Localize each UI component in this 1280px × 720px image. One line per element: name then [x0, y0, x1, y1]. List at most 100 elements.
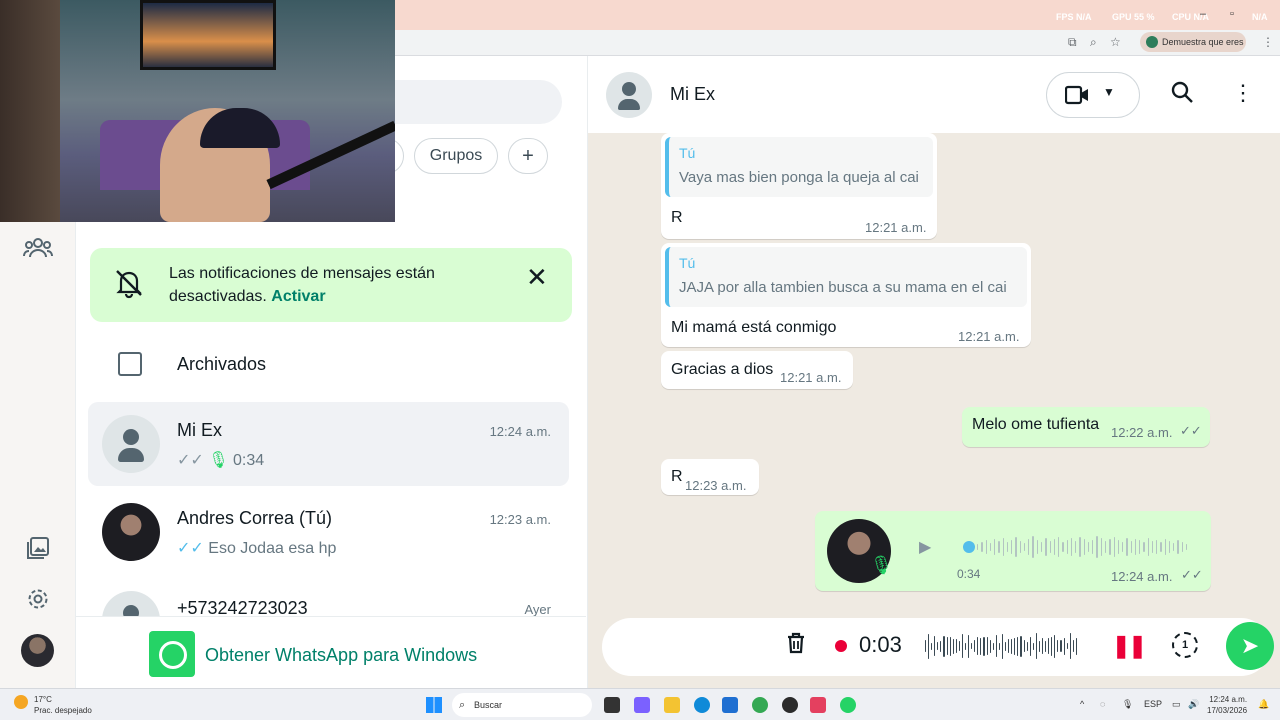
taskbar-search[interactable]: ⌕ Buscar: [452, 693, 592, 717]
profile-avatar-icon: [1146, 36, 1158, 48]
contact-name[interactable]: Mi Ex: [670, 84, 715, 105]
task-view-icon[interactable]: [604, 697, 620, 713]
windows-start-icon[interactable]: [426, 697, 442, 713]
sun-icon: [14, 695, 28, 709]
send-button[interactable]: ➤: [1226, 622, 1274, 670]
chevron-down-icon: ▼: [1103, 85, 1115, 99]
filter-groups-chip[interactable]: Grupos: [414, 138, 498, 174]
archive-icon: [118, 352, 142, 376]
voice-progress-handle[interactable]: [963, 541, 975, 553]
voice-recorder-bar: 0:03 ❚❚ 1 ➤: [602, 618, 1274, 676]
contact-avatar[interactable]: [606, 72, 652, 118]
minimize-icon[interactable]: –: [1200, 8, 1206, 20]
voice-duration: 0:34: [233, 452, 265, 469]
edge-icon[interactable]: [694, 697, 710, 713]
view-once-icon[interactable]: 1: [1172, 632, 1198, 658]
play-icon[interactable]: ▶: [919, 537, 931, 557]
voice-message-bubble: 🎙 ▶ 0:34 12:24 a.m. ✓✓: [815, 511, 1211, 591]
message-time: 12:22 a.m.: [1111, 425, 1173, 440]
voice-waveform[interactable]: [977, 533, 1188, 561]
voice-duration: 0:34: [957, 567, 981, 581]
pause-icon[interactable]: ❚❚: [1112, 633, 1147, 659]
tray-chevron-icon[interactable]: ^: [1080, 699, 1084, 709]
tray-network-icon[interactable]: ◌: [1100, 699, 1105, 709]
chat-item-andres-correa[interactable]: Andres Correa (Tú) 12:23 a.m. ✓✓ Eso Jod…: [88, 490, 569, 574]
app-icon[interactable]: [782, 697, 798, 713]
profile-button[interactable]: Demuestra que eres tú: [1140, 32, 1246, 67]
store-icon[interactable]: [722, 697, 738, 713]
settings-gear-icon[interactable]: [22, 583, 54, 615]
message-time: 12:21 a.m.: [865, 220, 927, 235]
message-area: Tú Vaya mas bien ponga la queja al cai R…: [587, 133, 1280, 618]
chrome-profile-icon[interactable]: [840, 697, 856, 713]
maximize-icon[interactable]: ▫: [1230, 8, 1234, 20]
message-bubble: Gracias a dios 12:21 a.m.: [661, 351, 853, 389]
chat-name: Mi Ex: [177, 420, 222, 440]
double-check-icon: ✓✓: [1181, 567, 1203, 582]
add-filter-button[interactable]: +: [508, 138, 548, 174]
media-icon[interactable]: [22, 532, 54, 564]
quote-author: Tú: [679, 255, 696, 271]
quoted-message[interactable]: Tú Vaya mas bien ponga la queja al cai: [665, 137, 933, 197]
message-time: 12:23 a.m.: [685, 478, 747, 493]
tiktok-icon[interactable]: [810, 697, 826, 713]
message-text: R: [671, 209, 683, 226]
file-explorer-icon[interactable]: [664, 697, 680, 713]
message-bubble: R 12:23 a.m.: [661, 459, 759, 495]
composer-area: 0:03 ❚❚ 1 ➤: [587, 618, 1280, 688]
activate-notifications-link[interactable]: Activar: [271, 288, 325, 305]
tray-display-icon[interactable]: ▭: [1172, 699, 1181, 710]
trash-icon[interactable]: [786, 632, 806, 660]
message-text: Gracias a dios: [671, 361, 774, 378]
message-time: 12:24 a.m.: [1111, 569, 1173, 584]
taskbar-clock[interactable]: 12:24 a.m. 17/03/2026: [1207, 694, 1247, 716]
perf-gpu: GPU 55 %: [1112, 12, 1155, 22]
communities-icon[interactable]: [22, 232, 54, 264]
message-text: Mi mamá está conmigo: [671, 319, 837, 336]
archived-label: Archivados: [177, 354, 267, 374]
conversation-header: Mi Ex ▼ ⋮: [587, 56, 1280, 133]
chat-preview: ✓✓ 🎙 0:34: [177, 450, 264, 470]
recording-waveform: [925, 632, 1077, 660]
chrome-icon[interactable]: [752, 697, 768, 713]
double-check-icon: ✓✓: [177, 452, 204, 469]
chat-time: Ayer: [524, 602, 552, 616]
profile-avatar[interactable]: [21, 634, 54, 667]
webcam-wall: [0, 0, 60, 222]
menu-kebab-icon[interactable]: ⋮: [1232, 80, 1254, 106]
tray-mic-icon[interactable]: 🎙: [1122, 699, 1133, 710]
chat-name: +573242723023: [177, 598, 308, 616]
message-text: Melo ome tufienta: [972, 416, 1100, 433]
notifications-bell-icon[interactable]: 🔔: [1258, 699, 1269, 710]
install-app-icon[interactable]: ⧉: [1068, 35, 1077, 50]
perf-fps: FPS N/A: [1056, 12, 1092, 22]
mic-icon: 🎙: [870, 555, 893, 575]
search-icon[interactable]: [1170, 80, 1194, 110]
search-icon: ⌕: [459, 699, 466, 711]
avatar: [102, 503, 160, 561]
quote-text: JAJA por alla tambien busca a su mama en…: [679, 279, 1007, 296]
get-app-banner[interactable]: Obtener WhatsApp para Windows: [76, 616, 586, 688]
chat-item-phone[interactable]: +573242723023 Ayer: [88, 578, 569, 616]
video-call-button[interactable]: ▼: [1046, 72, 1140, 118]
quoted-message[interactable]: Tú JAJA por alla tambien busca a su mama…: [665, 247, 1027, 307]
get-app-label: Obtener WhatsApp para Windows: [205, 645, 478, 665]
browser-menu-icon[interactable]: ⋮: [1262, 35, 1274, 49]
chat-item-mi-ex[interactable]: Mi Ex 12:24 a.m. ✓✓ 🎙 0:34: [88, 402, 569, 486]
chat-preview-text: Eso Jodaa esa hp: [208, 540, 337, 557]
bookmark-star-icon[interactable]: ☆: [1110, 35, 1121, 49]
copilot-icon[interactable]: [634, 697, 650, 713]
language-indicator[interactable]: ESP: [1144, 699, 1162, 709]
close-icon[interactable]: ✕: [526, 262, 548, 293]
archived-row[interactable]: Archivados: [76, 334, 586, 394]
zoom-icon[interactable]: ⌕: [1090, 35, 1097, 50]
chat-name: Andres Correa (Tú): [177, 508, 333, 528]
clock-time: 12:24 a.m.: [1209, 695, 1248, 704]
whatsapp-logo-icon: [149, 631, 195, 677]
webcam-overlay: [0, 0, 395, 222]
chat-time: 12:23 a.m.: [489, 512, 551, 527]
recording-timer: 0:03: [859, 632, 902, 657]
quote-author: Tú: [679, 145, 696, 161]
tray-volume-icon[interactable]: 🔊: [1188, 699, 1199, 710]
avatar: [102, 591, 160, 616]
